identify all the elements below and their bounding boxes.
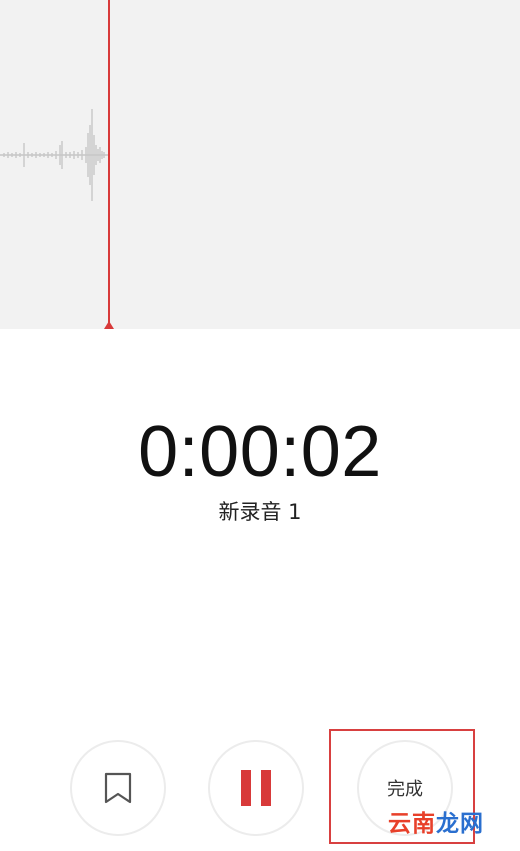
watermark-part2: 龙网: [436, 810, 484, 836]
waveform: [0, 109, 108, 201]
pause-button[interactable]: [208, 740, 304, 836]
watermark: 云南龙网: [388, 808, 484, 838]
playhead-marker[interactable]: [104, 321, 114, 329]
watermark-part1: 云南: [388, 810, 436, 836]
bookmark-icon: [104, 772, 132, 804]
playhead-line[interactable]: [108, 0, 110, 326]
recording-name: 新录音 1: [218, 500, 302, 524]
voice-recorder-screen: 0:00:02 新录音 1 完成 云南龙网: [0, 0, 520, 851]
bookmark-button[interactable]: [70, 740, 166, 836]
elapsed-time: 0:00:02: [138, 412, 382, 492]
pause-icon: [241, 770, 271, 806]
waveform-panel[interactable]: [0, 0, 520, 329]
done-button-label: 完成: [387, 779, 423, 800]
